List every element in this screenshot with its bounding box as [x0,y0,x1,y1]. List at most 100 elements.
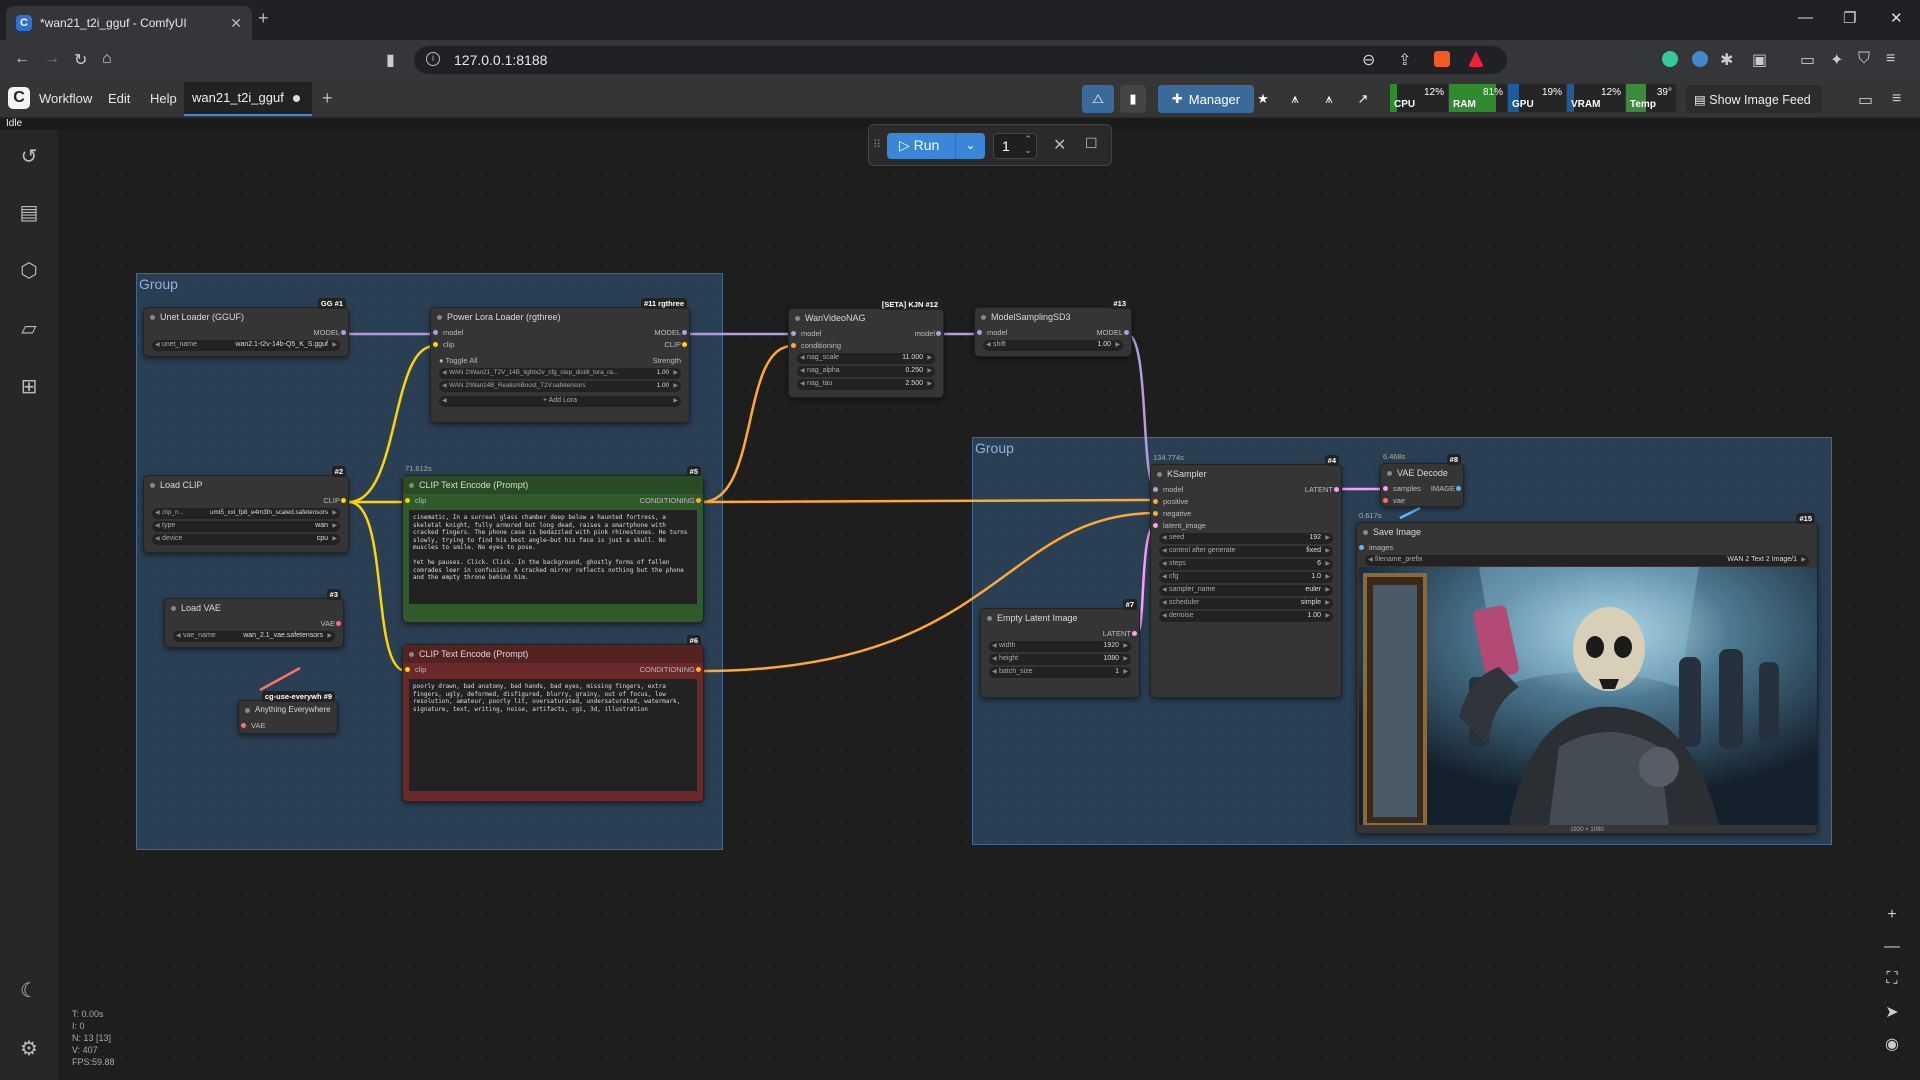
theme-moon-icon[interactable]: ☾ [18,980,40,1002]
brave-shield-icon[interactable] [1434,51,1450,67]
workflow-tab[interactable]: wan21_t2i_gguf [184,82,312,116]
node-load-vae[interactable]: #3 Load VAE VAE vae_namewan_2.1_vae.safe… [164,589,344,648]
stepper-icon[interactable]: ⌃ ⌄ [1024,134,1032,156]
workflows-folder-icon[interactable]: ▱ [18,318,40,340]
vpn-icon[interactable]: ⛉ [1858,50,1870,68]
node-model-sampling-sd3[interactable]: #13 ModelSamplingSD3 modelMODEL shift1.0… [974,298,1132,357]
add-lora-button[interactable]: + Add Lora [439,396,681,407]
node-unet-loader[interactable]: GG #1 Unet Loader (GGUF) MODEL unet_name… [143,298,349,357]
nag-tau-widget[interactable]: nag_tau2.500 [797,379,935,390]
steps-widget[interactable]: steps6 [1159,559,1333,570]
forward-icon[interactable]: → [44,50,60,68]
shift-widget[interactable]: shift1.00 [983,340,1123,351]
node-clip-text-encode-positive[interactable]: 71.612s #5 CLIP Text Encode (Prompt) cli… [402,464,704,623]
node-load-clip[interactable]: #2 Load CLIP CLIP clip_n...umt5_xxl_fp8_… [143,466,349,553]
settings-gear-icon[interactable]: ⚙ [18,1038,40,1060]
toggle-links-icon[interactable]: ◉ [1874,1034,1910,1064]
share-alt-icon[interactable]: ⩚ [1318,85,1340,113]
restore-icon[interactable]: ❐ [1843,9,1856,27]
queue-icon[interactable]: ⧍ [1082,85,1114,113]
node-anything-everywhere[interactable]: cg-use-everywh #9 Anything Everywhere VA… [238,691,338,734]
vae-name-widget[interactable]: vae_namewan_2.1_vae.safetensors [173,631,335,642]
minimize-icon[interactable]: — [1798,9,1813,26]
node-ksampler[interactable]: 134.774s #4 KSampler model LATENT positiv… [1150,453,1342,698]
negative-prompt-textarea[interactable]: poorly drawn, bad anatomy, bad hands, ba… [409,679,697,791]
screenshot-icon[interactable]: ▣ [1752,50,1767,70]
comfyui-logo[interactable]: C [8,87,30,109]
panel-toggle-icon[interactable]: ▭ [1858,90,1873,110]
manager-button[interactable]: ✚ Manager [1158,85,1254,113]
batch-count-input[interactable]: 1 ⌃ ⌄ [993,133,1037,159]
home-icon[interactable]: ⌂ [102,50,112,68]
extension-green-icon[interactable] [1662,51,1678,67]
comfy-menu-icon[interactable]: ≡ [1892,90,1901,108]
new-tab-icon[interactable]: + [258,8,269,29]
queue-list-icon[interactable]: ▤ [18,202,40,224]
width-widget[interactable]: width1920 [989,641,1131,652]
control-after-generate-widget[interactable]: control after generatefixed [1159,546,1333,557]
node-vae-decode[interactable]: 6.468s #8 VAE Decode samples IMAGE vae [1380,452,1464,507]
run-button[interactable]: ▷ Run [887,133,955,159]
height-widget[interactable]: height1080 [989,654,1131,665]
node-library-icon[interactable]: ⊞ [18,376,40,398]
close-tab-icon[interactable]: ✕ [230,15,242,32]
nag-alpha-widget[interactable]: nag_alpha0.250 [797,366,935,377]
stop-icon[interactable]: ☐ [1085,135,1098,152]
show-image-feed-button[interactable]: ▤ Show Image Feed [1686,85,1822,113]
browser-menu-icon[interactable]: ≡ [1886,50,1895,68]
unet-name-widget[interactable]: unet_namewan2.1-t2v-14b-Q5_K_S.gguf [152,340,340,351]
zoom-out-icon[interactable]: — [1874,938,1910,968]
positive-prompt-textarea[interactable]: cinematic, In a surreal glass chamber de… [409,510,697,604]
share-workflow-icon[interactable]: ⩚ [1284,85,1306,113]
fit-view-icon[interactable]: ⛶ [1874,970,1910,1000]
menu-edit[interactable]: Edit [108,91,130,106]
close-window-icon[interactable]: ✕ [1890,9,1903,27]
reload-icon[interactable]: ↻ [74,50,87,70]
node-title: Empty Latent Image [981,609,1139,627]
site-info-icon[interactable]: i [426,52,440,66]
extensions-puzzle-icon[interactable]: ✱ [1720,50,1733,70]
node-wanvideo-nag[interactable]: [SETA] KJN #12 WanVideoNAG model model co… [788,299,944,398]
model-library-icon[interactable]: ⬡ [18,260,40,282]
star-icon[interactable]: ★ [1252,85,1274,113]
lora-2-widget[interactable]: WAN 2\Wan14B_RealismBoost_T2V.safetensor… [439,381,681,392]
menu-help[interactable]: Help [150,91,177,106]
node-power-lora-loader[interactable]: #11 rgthree Power Lora Loader (rgthree) … [430,298,690,423]
forward-arrow-icon[interactable]: ↗ [1352,85,1374,113]
share-icon[interactable]: ⇪ [1398,50,1411,70]
leo-ai-icon[interactable]: ✦ [1830,50,1843,70]
drag-handle-icon[interactable]: ⠿ [873,138,881,151]
sampler-name-widget[interactable]: sampler_nameeuler [1159,585,1333,596]
node-empty-latent-image[interactable]: #7 Empty Latent Image LATENT width1920 h… [980,599,1140,698]
denoise-widget[interactable]: denoise1.00 [1159,611,1333,622]
history-icon[interactable]: ↺ [18,146,40,168]
browser-tab[interactable]: C *wan21_t2i_gguf - ComfyUI ✕ [6,6,252,40]
menu-workflow[interactable]: Workflow [39,91,92,106]
batch-size-widget[interactable]: batch_size1 [989,667,1131,678]
seed-widget[interactable]: seed192 [1159,533,1333,544]
new-workflow-icon[interactable]: + [322,88,333,109]
zoom-icon[interactable]: ⊖ [1362,50,1375,70]
bookmark-icon[interactable]: ▮ [386,50,395,70]
bookmark-toolbar-icon[interactable]: ▮ [1120,85,1146,113]
cfg-widget[interactable]: cfg1.0 [1159,572,1333,583]
node-clip-text-encode-negative[interactable]: #6 CLIP Text Encode (Prompt) clip CONDITI… [402,635,704,802]
output-image-preview[interactable] [1359,567,1817,825]
clip-type-widget[interactable]: typewan [152,521,340,532]
back-icon[interactable]: ← [14,50,30,68]
nag-scale-widget[interactable]: nag_scale11.000 [797,353,935,364]
url-field[interactable]: i 127.0.0.1:8188 [414,46,1507,74]
cancel-icon[interactable]: ✕ [1053,135,1066,155]
extension-blue-icon[interactable] [1692,51,1708,67]
select-mode-icon[interactable]: ➤ [1874,1002,1910,1032]
scheduler-widget[interactable]: schedulersimple [1159,598,1333,609]
toggle-all-row[interactable]: ● Toggle All Strength [431,354,689,366]
wallet-icon[interactable]: ▭ [1800,50,1815,70]
clip-name-widget[interactable]: clip_n...umt5_xxl_fp8_e4m3fn_scaled.safe… [152,508,340,519]
lora-1-widget[interactable]: WAN 2\Wan21_T2V_14B_lightx2v_cfg_step_di… [439,368,681,379]
zoom-in-icon[interactable]: + [1874,906,1910,936]
clip-device-widget[interactable]: devicecpu [152,534,340,545]
filename-prefix-widget[interactable]: filename_prefixWAN 2 Text 2 Image/1 [1365,555,1809,566]
run-mode-dropdown[interactable]: ⌄ [955,133,985,159]
node-save-image[interactable]: 0.617s #15 Save Image images filename_pr… [1356,511,1818,834]
